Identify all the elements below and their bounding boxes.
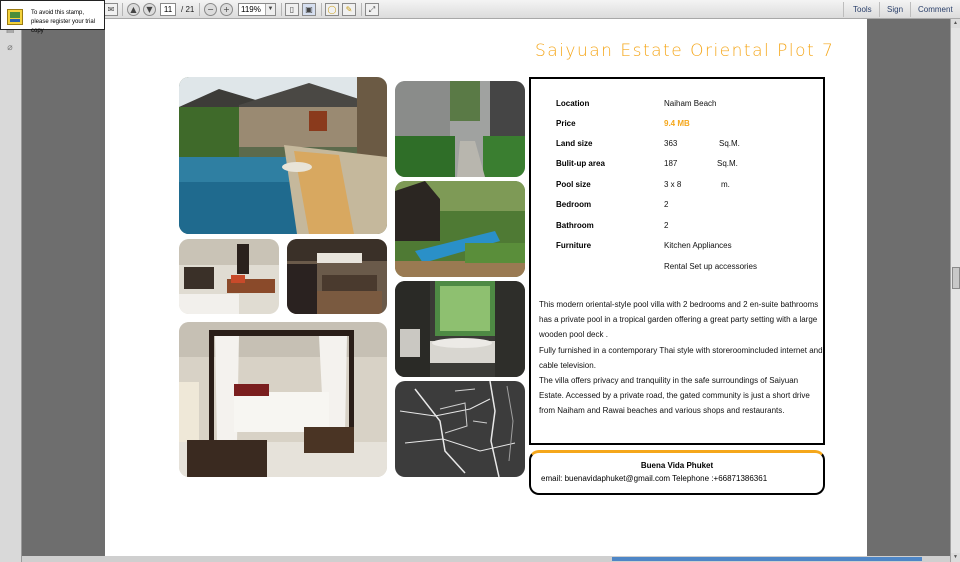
- location-map: [395, 381, 525, 477]
- fit-page-icon[interactable]: ▯: [285, 3, 299, 16]
- detail-bedroom: Bedroom 2: [556, 200, 816, 212]
- detail-price: Price 9.4 MB: [556, 119, 816, 131]
- document-page: Saiyuan Estate Oriental Plot 7 Location …: [105, 19, 867, 562]
- email-icon[interactable]: ✉: [104, 3, 118, 16]
- detail-value: Rental Set up accessories: [664, 262, 757, 271]
- description-paragraph: This modern oriental-style pool villa wi…: [539, 300, 819, 340]
- page-number-input[interactable]: 11: [160, 3, 176, 16]
- horizontal-scrollbar[interactable]: [22, 556, 950, 562]
- detail-value: Kitchen Appliances: [664, 241, 732, 250]
- detail-value: 3 x 8: [664, 180, 682, 189]
- kitchen-photo: [287, 239, 387, 314]
- detail-label: Price: [556, 119, 576, 128]
- stamp-icon: [7, 9, 23, 25]
- sign-button[interactable]: Sign: [887, 5, 903, 14]
- detail-unit: Sq.M.: [719, 139, 740, 148]
- detail-value: 2: [664, 221, 669, 230]
- zoom-select[interactable]: 119% ▼: [238, 3, 276, 16]
- contact-panel: Buena Vida Phuket email: buenavidaphuket…: [529, 450, 825, 495]
- detail-pool-size: Pool size 3 x 8 m.: [556, 180, 816, 192]
- detail-unit: Sq.M.: [717, 159, 738, 168]
- zoom-in-button[interactable]: +: [220, 3, 233, 16]
- living-room-photo: [179, 239, 279, 314]
- property-description: This modern oriental-style pool villa wi…: [539, 297, 823, 419]
- pool-side-photo: [395, 181, 525, 277]
- zoom-value: 119%: [241, 5, 261, 14]
- toolbar-divider: [281, 3, 282, 16]
- pool-photo: [179, 77, 387, 234]
- toolbar-divider: [843, 2, 844, 17]
- toolbar-divider: [879, 2, 880, 17]
- toolbar: ✉ ▲ ▼ 11 / 21 − + 119% ▼ ▯ ▣ ◯ ✎ ⤢ Tools…: [0, 0, 960, 19]
- toolbar-divider: [122, 3, 123, 16]
- next-page-button[interactable]: ▼: [143, 3, 156, 16]
- contact-name: Buena Vida Phuket: [640, 461, 714, 470]
- vertical-scroll-thumb[interactable]: [952, 267, 960, 289]
- scroll-down-icon[interactable]: ▼: [951, 553, 960, 562]
- detail-bathroom: Bathroom 2: [556, 221, 816, 233]
- toolbar-divider: [910, 2, 911, 17]
- detail-label: Bedroom: [556, 200, 592, 209]
- attachment-icon[interactable]: ⌀: [4, 43, 16, 55]
- previous-page-button[interactable]: ▲: [127, 3, 140, 16]
- detail-label: Bulit-up area: [556, 159, 605, 168]
- detail-value: Naiham Beach: [664, 99, 717, 108]
- detail-furniture: Furniture Kitchen Appliances: [556, 241, 816, 253]
- fit-width-icon[interactable]: ▣: [302, 3, 316, 16]
- tools-button[interactable]: Tools: [853, 5, 872, 14]
- trial-stamp-notice: To avoid this stamp, please register you…: [0, 0, 105, 34]
- detail-value: 187: [664, 159, 678, 168]
- detail-label: Location: [556, 99, 590, 108]
- detail-label: Bathroom: [556, 221, 594, 230]
- description-paragraph: Fully furnished in a contemporary Thai s…: [539, 345, 823, 370]
- detail-value: 2: [664, 200, 669, 209]
- detail-value: 363: [664, 139, 678, 148]
- vertical-scrollbar[interactable]: ▲ ▼: [950, 19, 960, 562]
- bathroom-photo: [395, 281, 525, 377]
- toolbar-divider: [361, 3, 362, 16]
- detail-label: Furniture: [556, 241, 592, 250]
- price-value: 9.4 MB: [664, 119, 690, 128]
- scroll-up-icon[interactable]: ▲: [951, 19, 960, 28]
- detail-label: Land size: [556, 139, 593, 148]
- comment-button[interactable]: Comment: [918, 5, 953, 14]
- description-paragraph: The villa offers privacy and tranquility…: [539, 376, 810, 416]
- detail-land-size: Land size 363 Sq.M.: [556, 139, 816, 151]
- detail-built-up-area: Bulit-up area 187 Sq.M.: [556, 159, 816, 171]
- detail-label: Pool size: [556, 180, 591, 189]
- chevron-down-icon[interactable]: ▼: [265, 4, 275, 15]
- property-details-panel: Location Naiham Beach Price 9.4 MB Land …: [529, 77, 825, 445]
- navigation-pane: ▤ ⌀: [0, 19, 22, 562]
- comment-icon[interactable]: ◯: [325, 3, 339, 16]
- page-title: Saiyuan Estate Oriental Plot 7: [535, 41, 835, 61]
- detail-furniture-extra: Rental Set up accessories: [556, 262, 816, 274]
- detail-unit: m.: [721, 180, 730, 189]
- expand-icon[interactable]: ⤢: [365, 3, 379, 16]
- toolbar-divider: [321, 3, 322, 16]
- detail-location: Location Naiham Beach: [556, 99, 816, 111]
- walkway-photo: [395, 81, 525, 177]
- contact-details: email: buenavidaphuket@gmail.com Telepho…: [541, 474, 768, 483]
- horizontal-scroll-thumb[interactable]: [612, 557, 922, 561]
- bedroom-photo: [179, 322, 387, 477]
- stamp-notice-text: To avoid this stamp, please register you…: [31, 10, 96, 34]
- toolbar-divider: [199, 3, 200, 16]
- zoom-out-button[interactable]: −: [204, 3, 217, 16]
- highlight-icon[interactable]: ✎: [342, 3, 356, 16]
- page-total: / 21: [181, 5, 195, 14]
